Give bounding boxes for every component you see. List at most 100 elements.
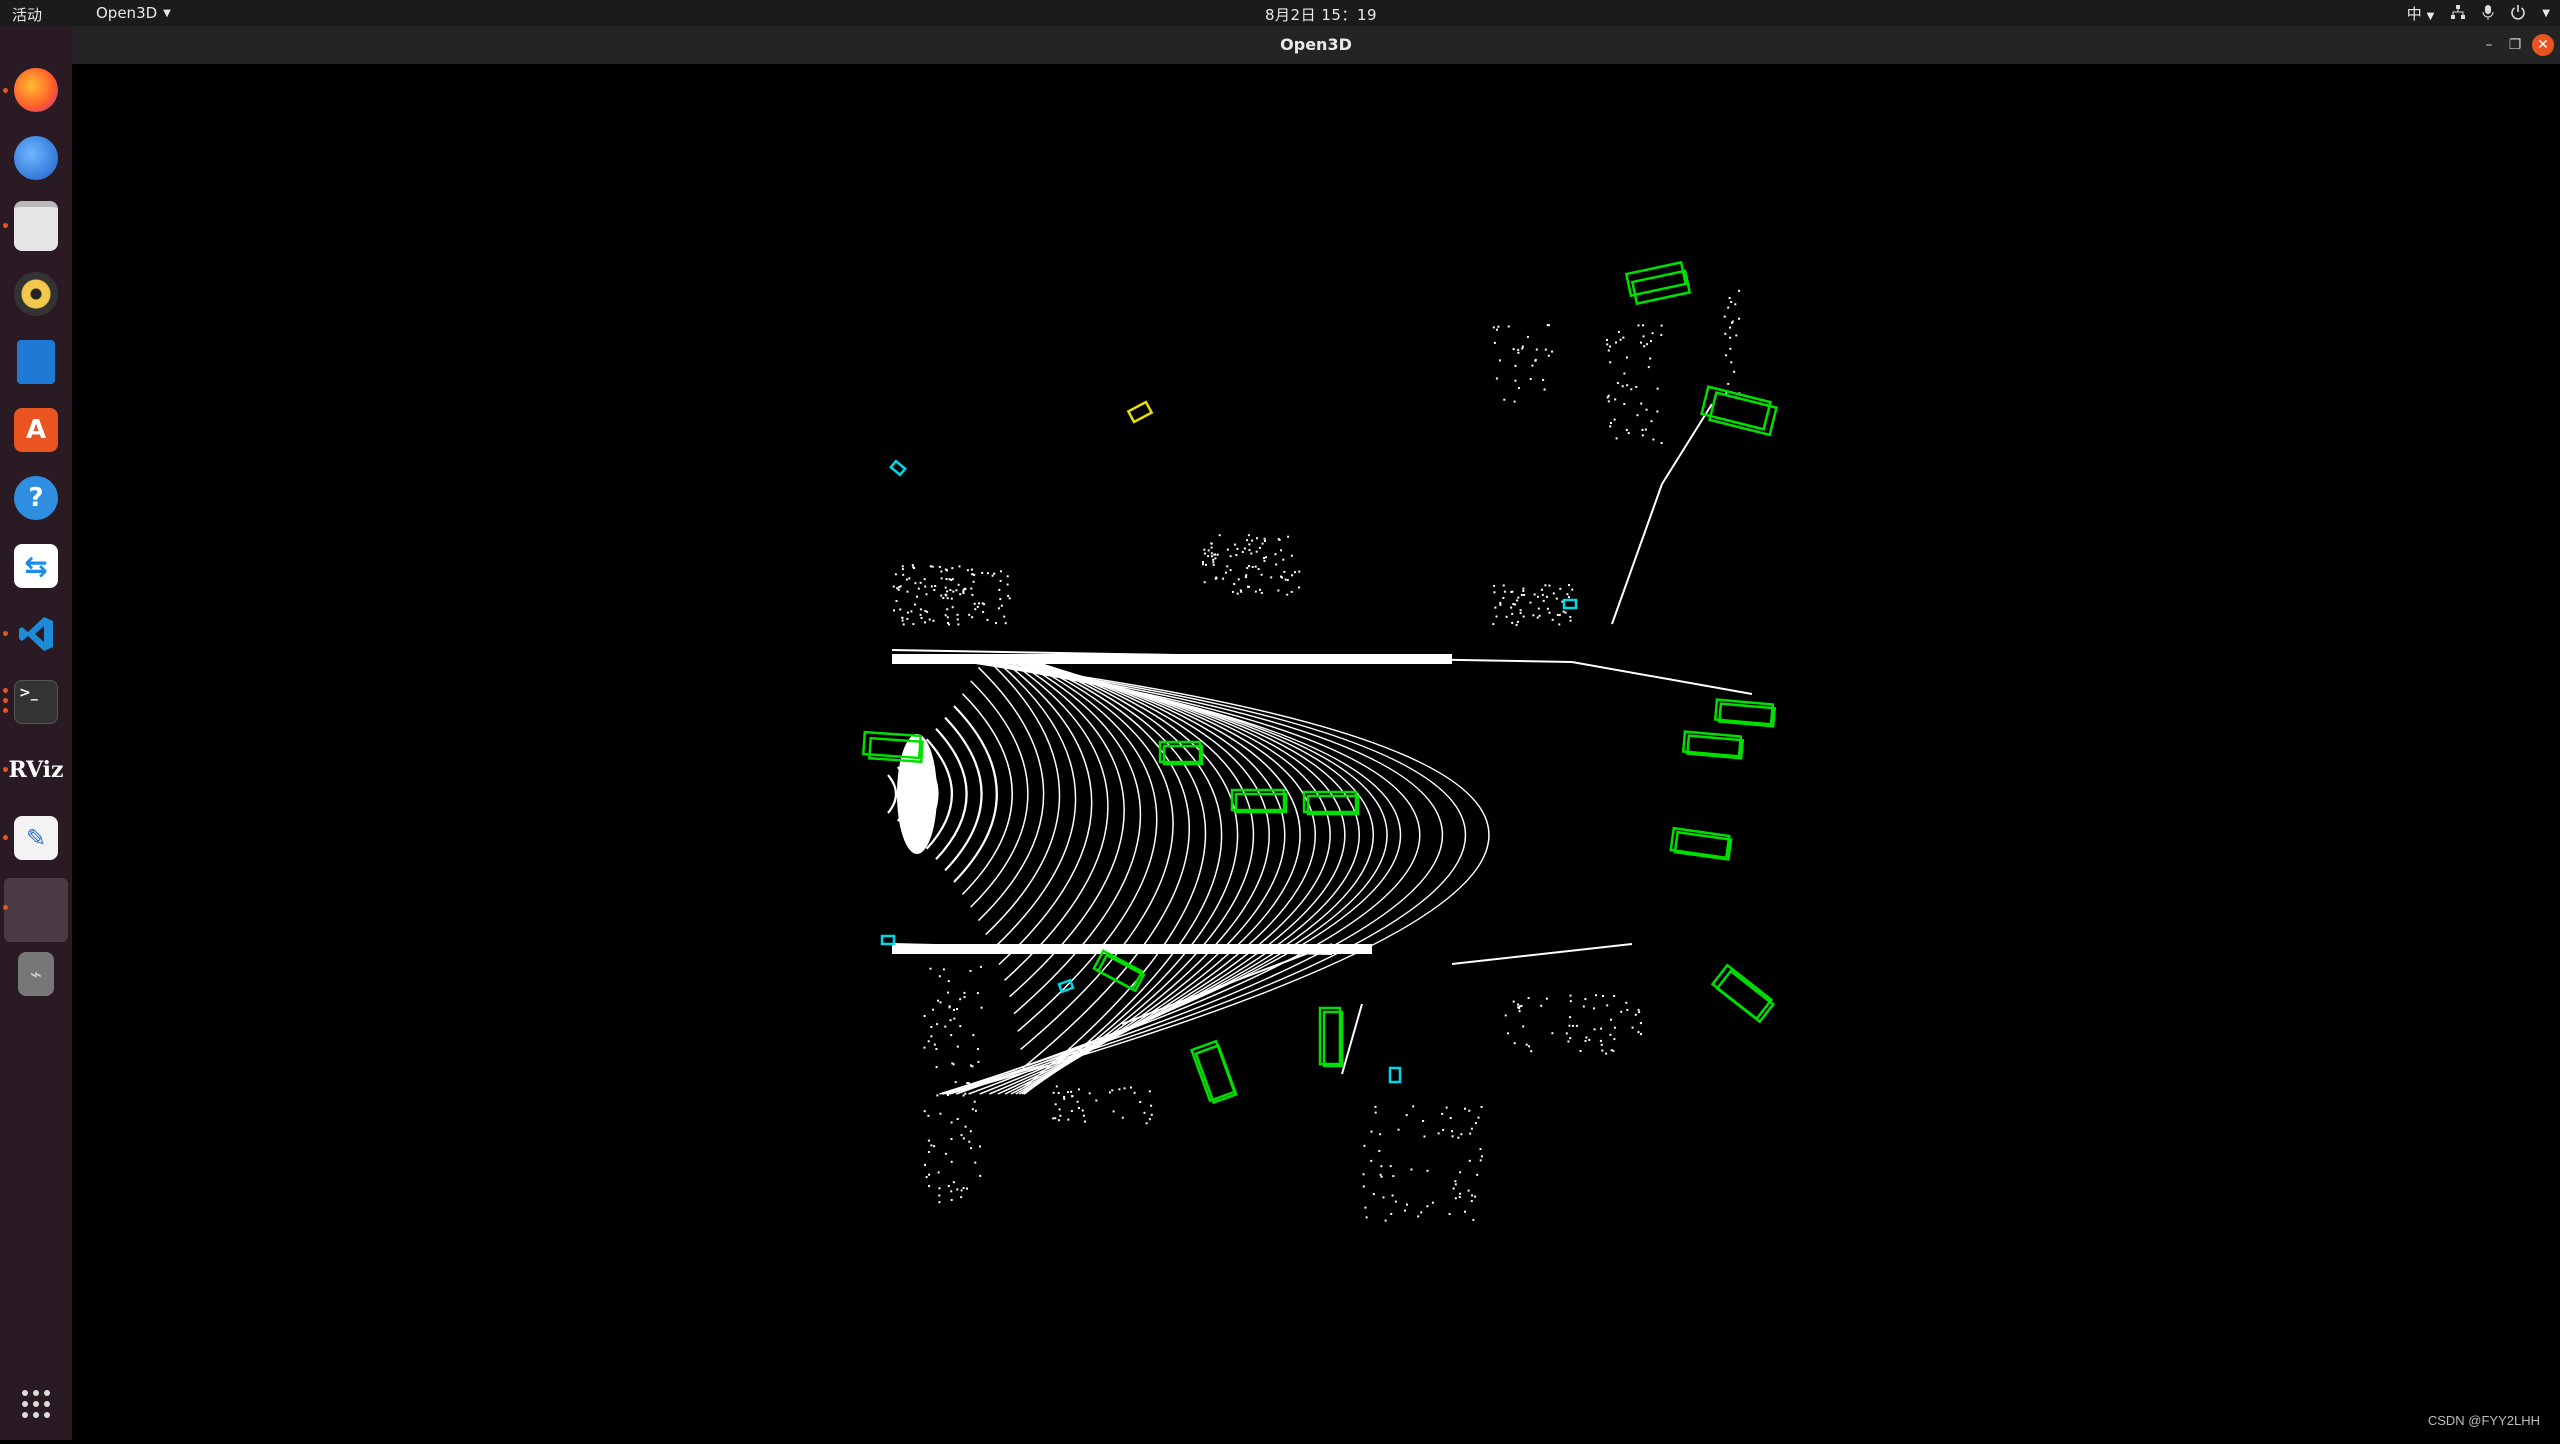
- lidar-point: [1246, 539, 1249, 542]
- lidar-point: [1235, 554, 1238, 557]
- lidar-point: [1263, 557, 1265, 560]
- lidar-point: [1277, 589, 1280, 592]
- lidar-point: [1610, 1018, 1613, 1021]
- lidar-point: [1095, 1099, 1098, 1102]
- lidar-point: [1520, 594, 1523, 596]
- lidar-point: [924, 585, 927, 588]
- lidar-point: [1000, 604, 1003, 607]
- lidar-point: [960, 1189, 963, 1192]
- dock-item-help[interactable]: ?: [8, 470, 64, 526]
- lidar-ring: [992, 657, 1077, 950]
- lidar-point: [957, 623, 960, 626]
- lidar-point: [1606, 1004, 1609, 1007]
- window-title: Open3D: [1280, 35, 1352, 54]
- dock-item-software[interactable]: A: [8, 402, 64, 458]
- lidar-point: [1503, 590, 1506, 593]
- dock-item-writer[interactable]: [8, 334, 64, 390]
- open3d-viewport[interactable]: CSDN @FYY2LHH: [72, 64, 2560, 1440]
- dock-item-text-editor[interactable]: ✎: [8, 810, 64, 866]
- app-menu[interactable]: Open3D ▼: [96, 4, 171, 22]
- lidar-point: [1647, 366, 1650, 369]
- dock-item-files[interactable]: [8, 198, 64, 254]
- close-button[interactable]: ✕: [2532, 34, 2554, 56]
- lidar-point: [1379, 1173, 1382, 1176]
- show-applications-button[interactable]: [8, 1376, 64, 1432]
- lidar-point: [946, 597, 949, 600]
- lidar-point: [944, 614, 947, 617]
- lidar-point: [1207, 555, 1210, 558]
- lidar-point: [1635, 385, 1638, 388]
- dock-item-open3d[interactable]: [4, 878, 68, 942]
- clock[interactable]: 8月2日 15：19: [1265, 4, 1377, 25]
- lidar-point: [953, 1017, 956, 1020]
- maximize-button[interactable]: ❐: [2504, 34, 2526, 56]
- lidar-point: [1070, 1110, 1073, 1112]
- lidar-point: [1213, 553, 1216, 556]
- input-method-indicator[interactable]: 中 ▼: [2407, 3, 2435, 24]
- lidar-point: [1250, 552, 1253, 555]
- lidar-point: [911, 564, 914, 567]
- lidar-point: [1619, 338, 1622, 341]
- lidar-point: [1609, 361, 1612, 364]
- dock-item-thunderbird[interactable]: [8, 130, 64, 186]
- lidar-ring: [979, 657, 1360, 1095]
- lidar-point: [949, 1019, 952, 1022]
- lidar-point: [902, 623, 905, 626]
- lidar-point: [1481, 1155, 1483, 1158]
- lidar-point: [1226, 548, 1229, 551]
- window-titlebar[interactable]: Open3D – ❐ ✕: [72, 26, 2560, 64]
- lidar-point: [956, 1188, 959, 1191]
- lidar-point: [1298, 570, 1301, 573]
- dock-item-rhythmbox[interactable]: [8, 266, 64, 322]
- lidar-point: [952, 590, 955, 593]
- lidar-point: [1391, 1194, 1394, 1197]
- lidar-point: [930, 1035, 933, 1038]
- lidar-point: [1656, 387, 1659, 390]
- power-icon[interactable]: [2510, 4, 2526, 24]
- lidar-point: [919, 613, 922, 616]
- dock-item-teamviewer[interactable]: ⇆: [8, 538, 64, 594]
- dock-item-vscode[interactable]: [8, 606, 64, 662]
- microphone-icon[interactable]: [2482, 4, 2494, 24]
- lidar-point: [1254, 590, 1257, 593]
- lidar-point: [1457, 1136, 1460, 1139]
- activities-button[interactable]: 活动: [12, 4, 42, 25]
- chevron-down-icon[interactable]: ▼: [2542, 8, 2550, 19]
- network-icon[interactable]: [2450, 4, 2466, 24]
- lidar-point: [1477, 1116, 1480, 1119]
- lidar-point: [950, 597, 953, 600]
- dock-item-rviz[interactable]: RViz: [8, 742, 64, 798]
- lidar-point: [1363, 1144, 1366, 1147]
- lidar-point: [1454, 1180, 1457, 1183]
- lidar-point: [949, 588, 952, 591]
- system-tray[interactable]: 中 ▼ ▼: [2407, 3, 2550, 24]
- restore-icon: ❐: [2508, 37, 2522, 53]
- dock-item-usb[interactable]: ⌁: [8, 946, 64, 1002]
- lidar-ring: [1021, 657, 1254, 1095]
- lidar-point: [1610, 422, 1612, 424]
- lidar-point: [931, 565, 934, 568]
- lidar-point: [929, 565, 932, 568]
- lidar-point: [1536, 616, 1539, 619]
- lidar-point: [1615, 341, 1617, 344]
- lidar-point: [1493, 584, 1496, 587]
- lidar-point: [1420, 1211, 1423, 1214]
- lidar-ring: [970, 680, 1029, 908]
- lidar-point: [1613, 995, 1616, 997]
- lidar-point: [1607, 349, 1610, 352]
- lidar-point: [901, 565, 904, 568]
- minimize-button[interactable]: –: [2478, 34, 2500, 56]
- lidar-point: [1392, 1175, 1395, 1178]
- lidar-point: [1625, 428, 1628, 431]
- lidar-point: [976, 992, 979, 995]
- lidar-point: [1284, 578, 1287, 581]
- dock-item-firefox[interactable]: [8, 62, 64, 118]
- lidar-point: [1382, 1196, 1385, 1199]
- lidar-point: [1507, 1032, 1510, 1035]
- lidar-point: [968, 613, 971, 616]
- car-box: [1710, 963, 1776, 1024]
- dock-item-terminal[interactable]: >_: [8, 674, 64, 730]
- lidar-point: [936, 1023, 939, 1026]
- lidar-point: [1613, 1038, 1616, 1041]
- lidar-point: [1512, 1000, 1515, 1003]
